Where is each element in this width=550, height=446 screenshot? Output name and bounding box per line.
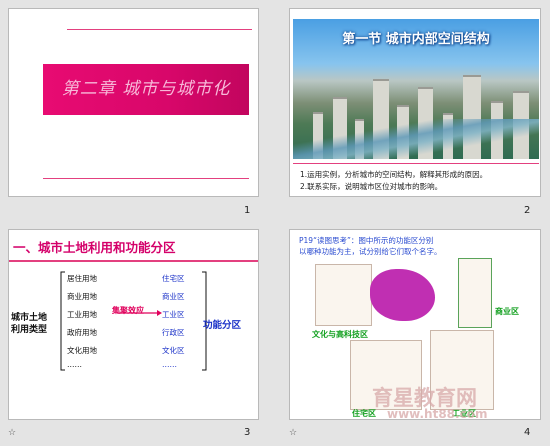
watermark-url: www.ht88.com bbox=[387, 407, 488, 420]
zone-item: 商业区 bbox=[162, 292, 185, 301]
land-use-item: 工业用地 bbox=[67, 310, 97, 319]
river bbox=[293, 119, 539, 159]
label-culture: 文化与高科技区 bbox=[312, 330, 368, 339]
slide-number-4: 4 bbox=[524, 427, 531, 438]
zone-item: …… bbox=[162, 360, 177, 369]
zone-item: 工业区 bbox=[162, 310, 185, 319]
slide-number-1: 1 bbox=[244, 205, 251, 216]
note-1: 1.运用实例，分析城市的空间结构，解释其形成的原因。 bbox=[300, 170, 488, 179]
note-2: 2.联系实际，说明城市区位对城市的影响。 bbox=[300, 182, 443, 191]
divider bbox=[293, 163, 539, 164]
slide-thumbnail-2[interactable]: 第一节 城市内部空间结构 1.运用实例，分析城市的空间结构，解释其形成的原因。 … bbox=[289, 8, 541, 197]
top-rule bbox=[67, 29, 252, 30]
slide-number-2: 2 bbox=[524, 205, 531, 216]
zone-item: 文化区 bbox=[162, 346, 185, 355]
slide-thumbnail-3[interactable]: 一、城市土地利用和功能分区 城市土地 利用类型 居住用地 商业用地 工业用地 政… bbox=[8, 229, 259, 420]
zone-item: 行政区 bbox=[162, 328, 185, 337]
land-use-item: …… bbox=[67, 360, 82, 369]
map-culture bbox=[315, 264, 372, 326]
slide-caption: 第一节 城市内部空间结构 bbox=[342, 32, 490, 47]
slide-thumbnail-1[interactable]: 第二章 城市与城市化 bbox=[8, 8, 259, 197]
zone-item: 住宅区 bbox=[162, 274, 185, 283]
slide-number-3: 3 bbox=[244, 427, 251, 438]
agglomeration-label: 集聚效应 bbox=[112, 306, 144, 315]
land-use-item: 商业用地 bbox=[67, 292, 97, 301]
land-use-item: 居住用地 bbox=[67, 274, 97, 283]
star-icon: ☆ bbox=[289, 428, 298, 438]
slide-thumbnail-4[interactable]: P19“读图思考”：图中所示的功能区分别 以哪种功能为主，试分别给它们取个名字。… bbox=[289, 229, 541, 420]
city-district-shape bbox=[370, 269, 435, 321]
land-use-item: 文化用地 bbox=[67, 346, 97, 355]
map-commercial bbox=[458, 258, 492, 328]
slide-title: 第二章 城市与城市化 bbox=[61, 79, 231, 99]
question-line-1: P19“读图思考”：图中所示的功能区分别 bbox=[299, 236, 434, 245]
label-commercial: 商业区 bbox=[495, 307, 519, 316]
star-icon: ☆ bbox=[8, 428, 17, 438]
question-line-2: 以哪种功能为主，试分别给它们取个名字。 bbox=[299, 247, 442, 256]
bottom-rule bbox=[43, 178, 249, 179]
question-text: P19“读图思考”：图中所示的功能区分别 以哪种功能为主，试分别给它们取个名字。 bbox=[299, 235, 442, 257]
land-use-item: 政府用地 bbox=[67, 328, 97, 337]
function-zone-label: 功能分区 bbox=[203, 320, 242, 331]
